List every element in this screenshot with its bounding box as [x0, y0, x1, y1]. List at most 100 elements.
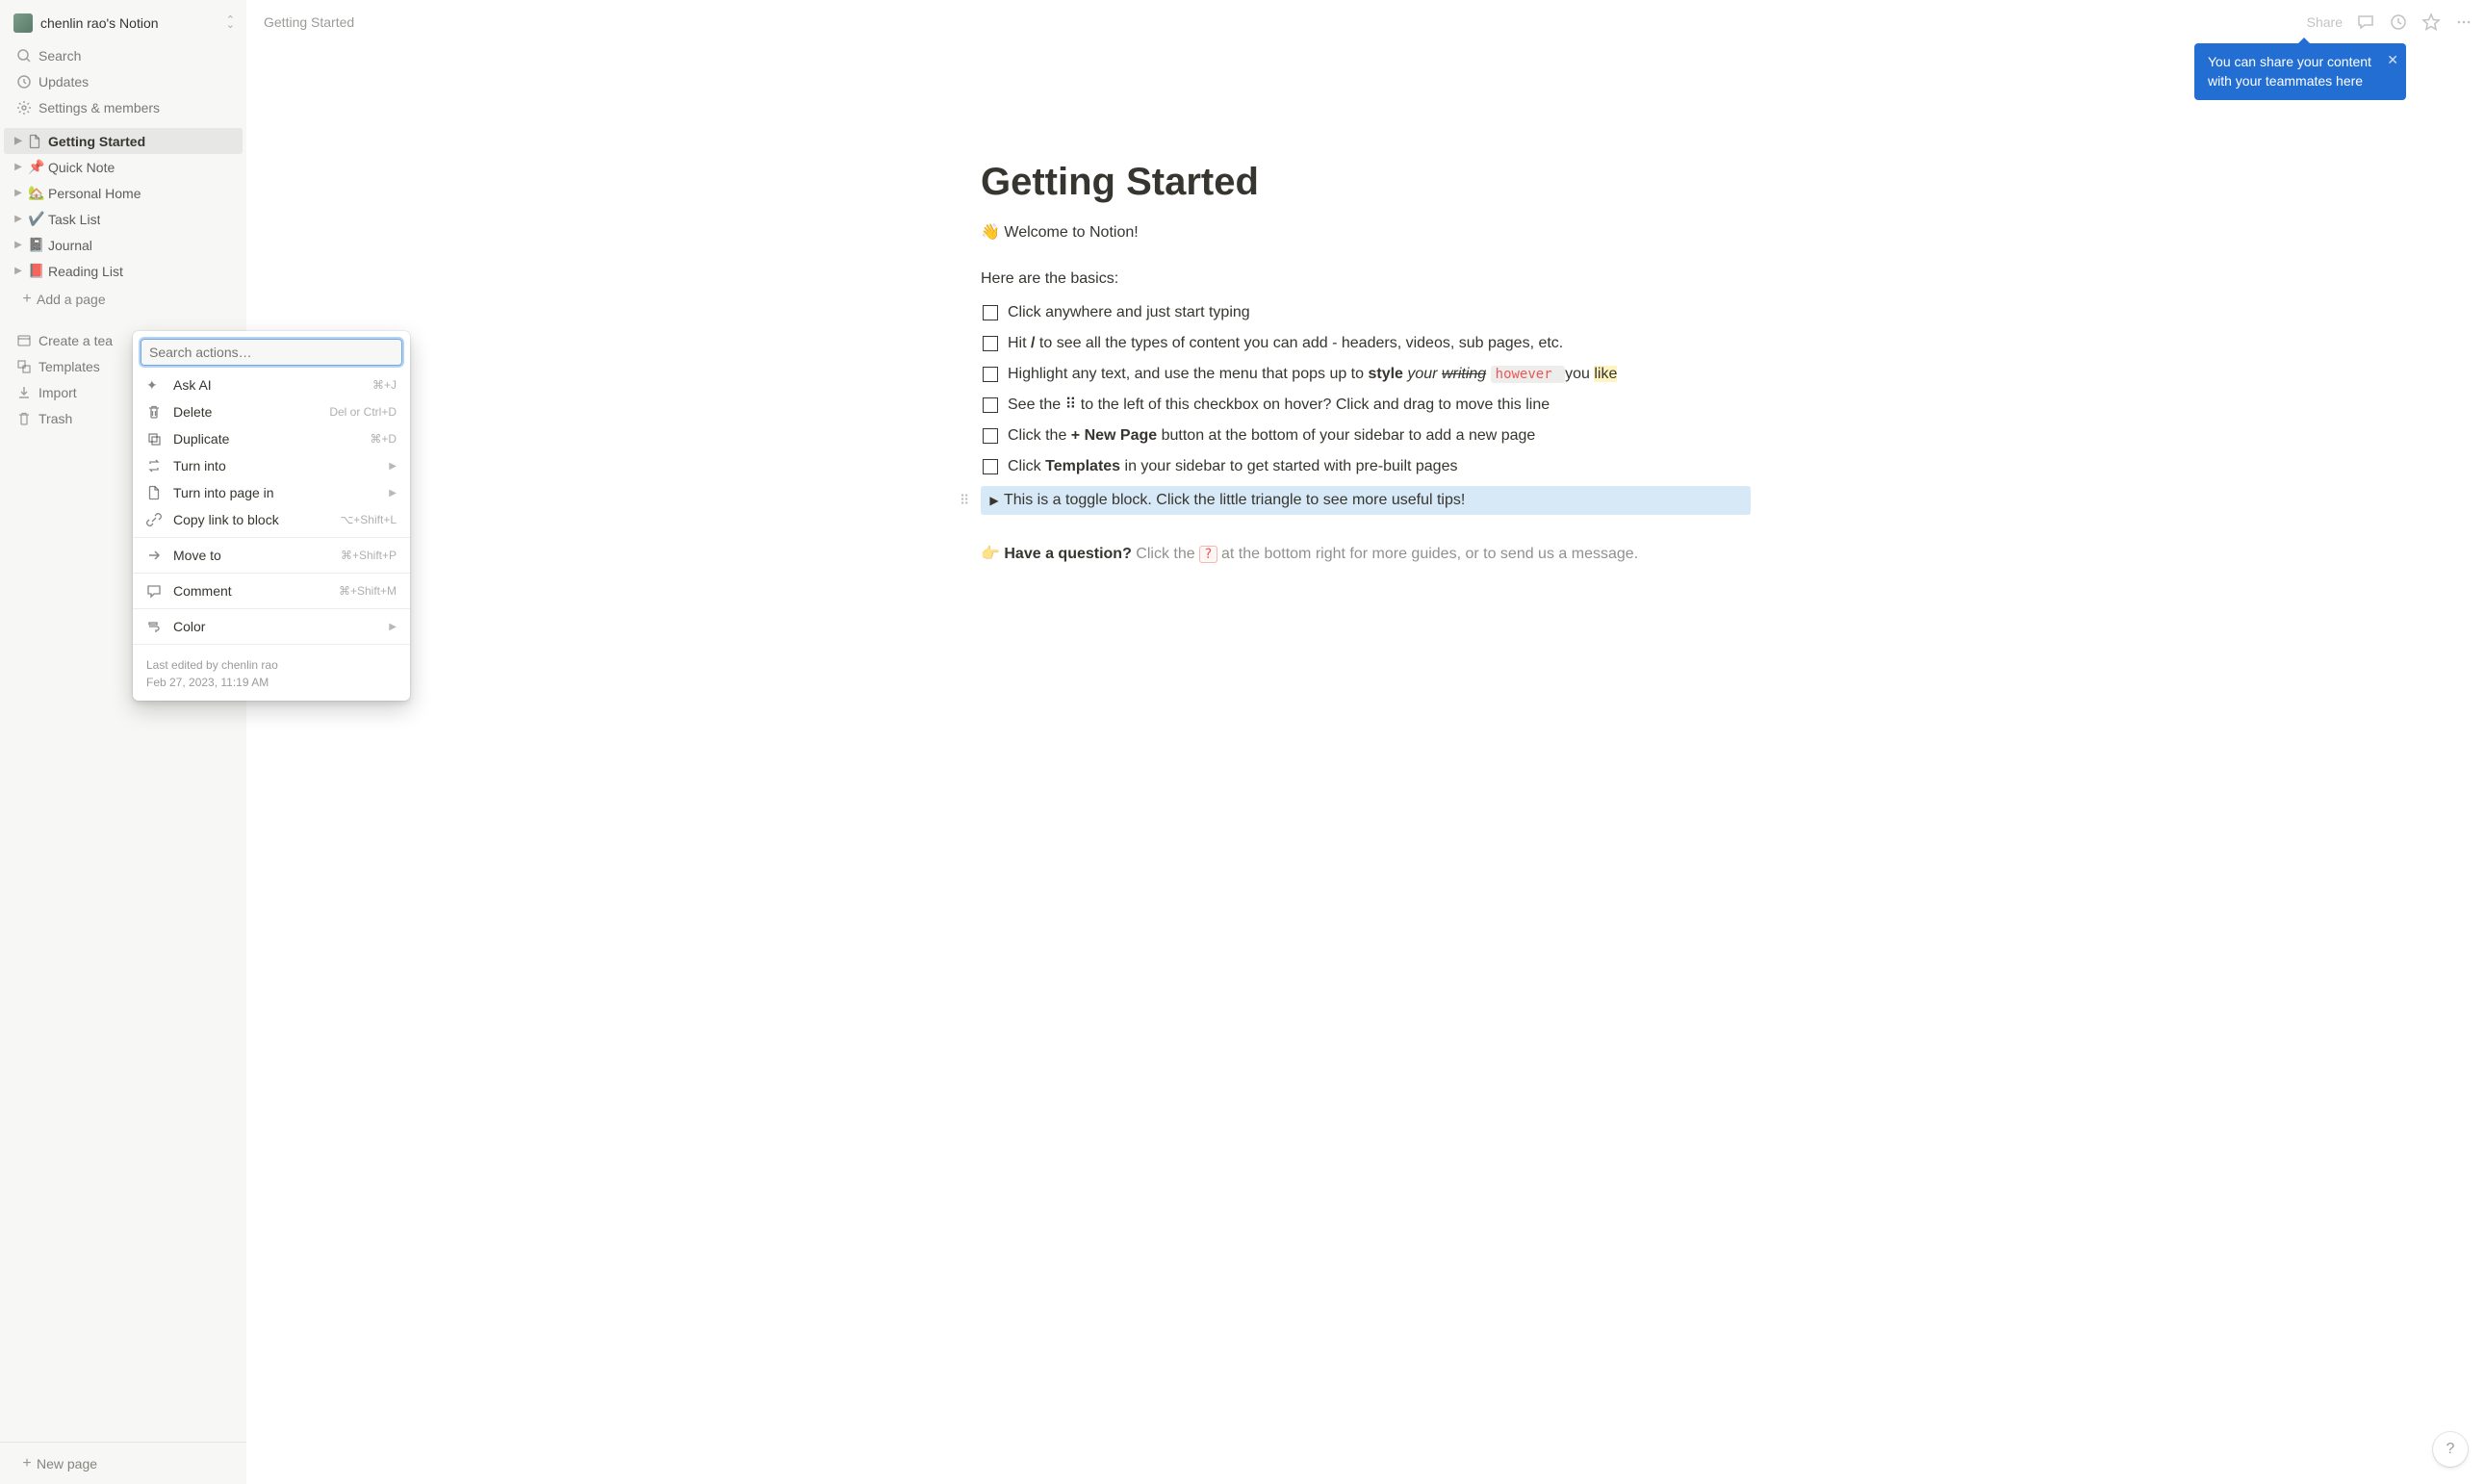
todo-item[interactable]: Click the + New Page button at the botto… [981, 421, 1751, 451]
trash-icon [13, 411, 35, 426]
page-label: Getting Started [48, 134, 145, 149]
menu-search-input[interactable] [141, 339, 402, 366]
expand-chevrons-icon [226, 17, 235, 28]
sidebar-page-list: ▶ Getting Started ▶ 📌 Quick Note ▶ 🏡 Per… [0, 122, 246, 314]
create-teamspace-label: Create a tea [38, 333, 113, 348]
block-actions-menu: ✦ Ask AI ⌘+J Delete Del or Ctrl+D Duplic… [133, 331, 410, 701]
page-icon [146, 485, 166, 500]
chevron-right-icon[interactable]: ▶ [12, 162, 25, 172]
checkmark-icon: ✔️ [27, 211, 46, 227]
menu-turn-into[interactable]: Turn into ▶ [133, 452, 410, 479]
duplicate-icon [146, 431, 166, 447]
todo-item[interactable]: See the ⠿ to the left of this checkbox o… [981, 390, 1751, 421]
toggle-block[interactable]: ⠿ ▶ This is a toggle block. Click the li… [981, 486, 1751, 515]
menu-duplicate[interactable]: Duplicate ⌘+D [133, 425, 410, 452]
comments-icon[interactable] [2356, 13, 2375, 32]
workspace-switcher[interactable]: chenlin rao's Notion [0, 0, 246, 40]
breadcrumb[interactable]: Getting Started [258, 11, 360, 34]
menu-move-to[interactable]: Move to ⌘+Shift+P [133, 542, 410, 569]
sidebar-page-reading-list[interactable]: ▶ 📕 Reading List [4, 258, 243, 284]
page-content[interactable]: Getting Started 👋 Welcome to Notion! Her… [246, 43, 2485, 1484]
sidebar-search[interactable]: Search [4, 42, 243, 68]
tooltip-close-icon[interactable]: ✕ [2387, 51, 2398, 70]
page-label: Quick Note [48, 160, 115, 175]
checkbox[interactable] [983, 428, 998, 444]
import-icon [13, 385, 35, 400]
menu-comment[interactable]: Comment ⌘+Shift+M [133, 577, 410, 604]
comment-icon [146, 583, 166, 599]
sidebar-page-getting-started[interactable]: ▶ Getting Started [4, 128, 243, 154]
checkbox[interactable] [983, 336, 998, 351]
todo-item[interactable]: Hit / to see all the types of content yo… [981, 328, 1751, 359]
sidebar-new-page[interactable]: + New page [8, 1450, 239, 1476]
welcome-line[interactable]: 👋 Welcome to Notion! [981, 222, 1751, 242]
share-button[interactable]: Share [2307, 14, 2343, 30]
chevron-right-icon[interactable]: ▶ [12, 266, 25, 276]
todo-text[interactable]: Click the + New Page button at the botto… [1008, 424, 1749, 448]
menu-color[interactable]: Color ▶ [133, 613, 410, 640]
basics-header[interactable]: Here are the basics: [981, 270, 1751, 288]
page-label: Personal Home [48, 186, 141, 201]
todo-text[interactable]: Highlight any text, and use the menu tha… [1008, 363, 1749, 386]
chevron-right-icon[interactable]: ▶ [12, 214, 25, 224]
menu-divider [133, 573, 410, 574]
more-icon[interactable] [2454, 13, 2473, 32]
todo-text[interactable]: Hit / to see all the types of content yo… [1008, 332, 1749, 355]
todo-item[interactable]: Click anywhere and just start typing [981, 297, 1751, 328]
drag-handle-icon[interactable]: ⠿ [960, 493, 967, 509]
menu-copy-link[interactable]: Copy link to block ⌥+Shift+L [133, 506, 410, 533]
todo-item[interactable]: Highlight any text, and use the menu tha… [981, 359, 1751, 390]
sidebar-updates[interactable]: Updates [4, 68, 243, 94]
arrow-right-icon [146, 548, 166, 563]
trash-icon [146, 404, 166, 420]
chevron-right-icon[interactable]: ▶ [12, 136, 25, 146]
question-line[interactable]: 👉 Have a question? Click the ? at the bo… [981, 544, 1751, 563]
link-icon [146, 512, 166, 527]
star-icon[interactable] [2421, 13, 2441, 32]
menu-ask-ai[interactable]: ✦ Ask AI ⌘+J [133, 371, 410, 398]
checkbox[interactable] [983, 397, 998, 413]
add-page-label: Add a page [37, 292, 106, 307]
new-page-label: New page [37, 1456, 97, 1471]
pushpin-icon: 📌 [27, 159, 46, 175]
sidebar-settings-label: Settings & members [38, 100, 160, 115]
menu-turn-into-page[interactable]: Turn into page in ▶ [133, 479, 410, 506]
chevron-right-icon[interactable]: ▶ [12, 188, 25, 198]
menu-delete[interactable]: Delete Del or Ctrl+D [133, 398, 410, 425]
chevron-right-icon: ▶ [389, 461, 397, 472]
sidebar-page-quick-note[interactable]: ▶ 📌 Quick Note [4, 154, 243, 180]
todo-item[interactable]: Click Templates in your sidebar to get s… [981, 451, 1751, 482]
workspace-name: chenlin rao's Notion [40, 15, 222, 31]
toggle-triangle-icon[interactable]: ▶ [985, 494, 1004, 507]
toggle-text[interactable]: This is a toggle block. Click the little… [1004, 492, 1465, 509]
sidebar-page-journal[interactable]: ▶ 📓 Journal [4, 232, 243, 258]
main-area: Getting Started Share You can share your… [246, 0, 2485, 1484]
book-icon: 📕 [27, 263, 46, 279]
sidebar-page-personal-home[interactable]: ▶ 🏡 Personal Home [4, 180, 243, 206]
todo-text[interactable]: Click anywhere and just start typing [1008, 301, 1749, 324]
chevron-right-icon: ▶ [389, 488, 397, 499]
search-icon [13, 48, 35, 64]
page-title[interactable]: Getting Started [981, 159, 1751, 205]
sidebar-page-task-list[interactable]: ▶ ✔️ Task List [4, 206, 243, 232]
help-button[interactable]: ? [2433, 1432, 2468, 1467]
sidebar-add-page[interactable]: + Add a page [8, 286, 239, 312]
page-icon [27, 134, 46, 149]
paint-icon [146, 619, 166, 634]
question-mark-badge: ? [1199, 546, 1217, 563]
todo-text[interactable]: See the ⠿ to the left of this checkbox o… [1008, 394, 1749, 417]
todo-text[interactable]: Click Templates in your sidebar to get s… [1008, 455, 1749, 478]
last-edited-time: Feb 27, 2023, 11:19 AM [146, 674, 397, 691]
menu-footer: Last edited by chenlin rao Feb 27, 2023,… [133, 649, 410, 695]
checkbox[interactable] [983, 367, 998, 382]
house-icon: 🏡 [27, 185, 46, 201]
clock-icon[interactable] [2389, 13, 2408, 32]
share-tooltip: You can share your content with your tea… [2194, 43, 2406, 100]
checkbox[interactable] [983, 459, 998, 474]
sidebar-settings[interactable]: Settings & members [4, 94, 243, 120]
chevron-right-icon[interactable]: ▶ [12, 240, 25, 250]
clock-icon [13, 74, 35, 90]
checkbox[interactable] [983, 305, 998, 320]
loop-icon [146, 458, 166, 473]
plus-icon: + [17, 1455, 37, 1472]
